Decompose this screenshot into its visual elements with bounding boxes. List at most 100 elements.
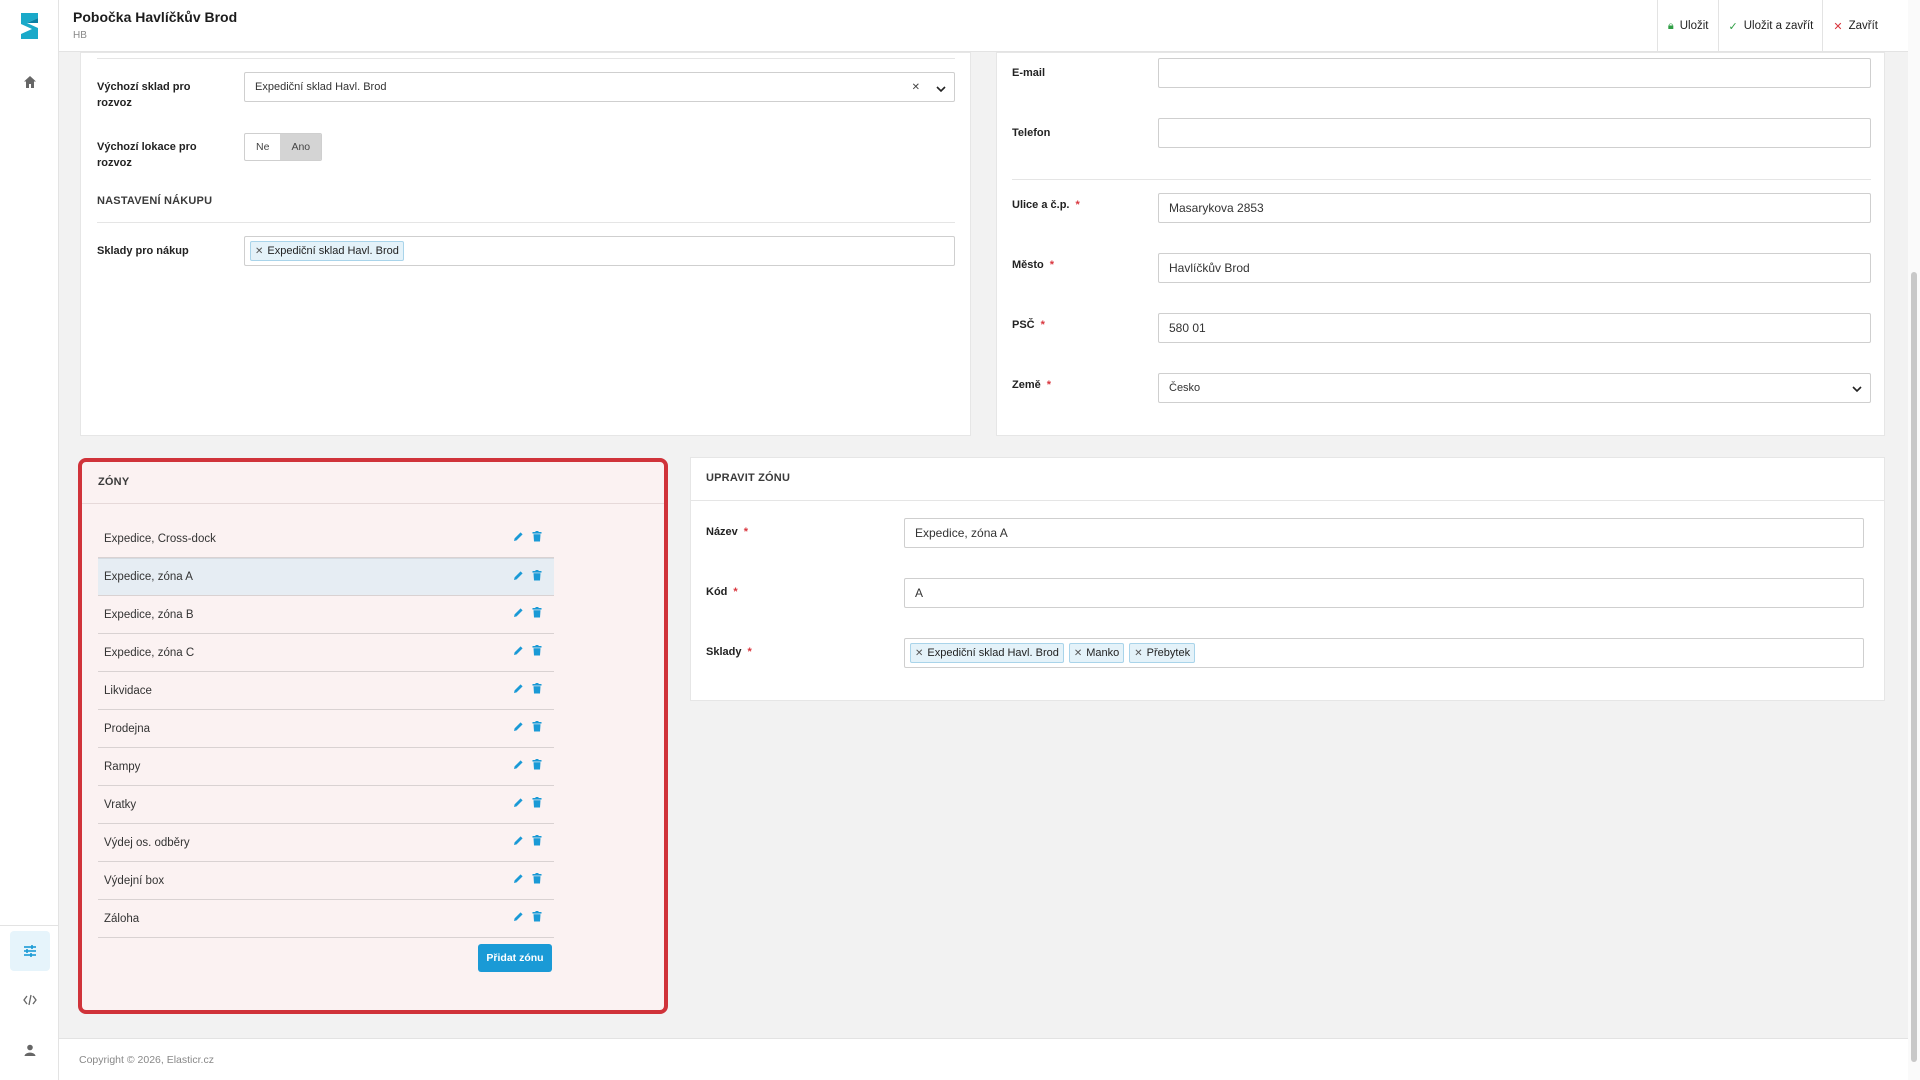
- close-button[interactable]: ✕ Zavřít: [1822, 0, 1887, 52]
- purchase-warehouses-multiselect[interactable]: ✕ Expediční sklad Havl. Brod: [244, 236, 955, 266]
- zone-row[interactable]: Prodejna: [98, 710, 554, 748]
- sliders-icon[interactable]: [10, 931, 50, 971]
- email-field[interactable]: [1158, 58, 1871, 88]
- street-field[interactable]: Masarykova 2853: [1158, 193, 1871, 223]
- chevron-down-icon[interactable]: [936, 82, 946, 96]
- clear-icon[interactable]: ✕: [912, 82, 920, 93]
- edit-icon[interactable]: [513, 607, 524, 621]
- edit-icon[interactable]: [513, 873, 524, 887]
- remove-tag-icon[interactable]: ✕: [1134, 648, 1142, 659]
- zone-code-field[interactable]: A: [904, 578, 1864, 608]
- zone-warehouses-label: Sklady *: [706, 646, 752, 658]
- zip-field[interactable]: 580 01: [1158, 313, 1871, 343]
- zone-row[interactable]: Výdej os. odběry: [98, 824, 554, 862]
- toggle-no[interactable]: Ne: [245, 134, 280, 160]
- zone-row[interactable]: Expedice, Cross-dock: [98, 520, 554, 558]
- edit-icon[interactable]: [513, 759, 524, 773]
- page-subtitle: HB: [73, 30, 87, 41]
- trash-icon[interactable]: [532, 759, 542, 773]
- trash-icon[interactable]: [532, 683, 542, 697]
- zone-name-field[interactable]: Expedice, zóna A: [904, 518, 1864, 548]
- trash-icon[interactable]: [532, 570, 542, 584]
- zone-name: Expedice, zóna A: [104, 571, 193, 583]
- zone-row[interactable]: Expedice, zóna B: [98, 596, 554, 634]
- zones-title: ZÓNY: [98, 476, 130, 488]
- trash-icon[interactable]: [532, 835, 542, 849]
- trash-icon[interactable]: [532, 721, 542, 735]
- zone-name: Rampy: [104, 760, 141, 773]
- remove-tag-icon[interactable]: ✕: [915, 648, 923, 659]
- phone-field[interactable]: [1158, 118, 1871, 148]
- edit-icon[interactable]: [513, 835, 524, 849]
- remove-tag-icon[interactable]: ✕: [255, 246, 263, 257]
- footer: Copyright © 2026, Elasticr.cz: [59, 1038, 1908, 1080]
- default-location-toggle[interactable]: Ne Ano: [244, 133, 323, 161]
- purchase-section-title: NASTAVENÍ NÁKUPU: [97, 195, 213, 207]
- trash-icon[interactable]: [532, 531, 542, 545]
- code-icon[interactable]: [10, 980, 50, 1020]
- zone-row[interactable]: Záloha: [98, 900, 554, 938]
- edit-icon[interactable]: [513, 645, 524, 659]
- edit-zone-title: UPRAVIT ZÓNU: [706, 472, 791, 484]
- city-field[interactable]: Havlíčkův Brod: [1158, 253, 1871, 283]
- zone-name-label: Název *: [706, 526, 749, 538]
- user-icon[interactable]: [10, 1030, 50, 1070]
- default-warehouse-select[interactable]: Expediční sklad Havl. Brod ✕: [244, 72, 955, 102]
- zone-row[interactable]: Expedice, zóna C: [98, 634, 554, 672]
- contact-card: E-mail Telefon Ulice a č.p. * Masarykova …: [996, 52, 1885, 436]
- add-zone-button[interactable]: Přidat zónu: [478, 944, 552, 972]
- lock-icon: 🔒︎: [1667, 19, 1674, 32]
- check-icon: ✓: [1728, 20, 1738, 33]
- zone-row[interactable]: Likvidace: [98, 672, 554, 710]
- tag: ✕ Manko: [1068, 643, 1125, 663]
- trash-icon[interactable]: [532, 911, 542, 925]
- save-and-close-button[interactable]: ✓ Uložit a zavřít: [1717, 0, 1823, 52]
- remove-tag-icon[interactable]: ✕: [1074, 648, 1082, 659]
- street-label: Ulice a č.p. *: [1012, 199, 1080, 211]
- scrollbar[interactable]: [1908, 0, 1920, 1080]
- zone-actions: [513, 721, 542, 735]
- copyright: Copyright © 2026, Elasticr.cz: [79, 1054, 214, 1066]
- zone-row[interactable]: Výdejní box: [98, 862, 554, 900]
- page-title: Pobočka Havlíčkův Brod: [73, 9, 238, 25]
- trash-icon[interactable]: [532, 797, 542, 811]
- delivery-settings-card: Výchozí sklad pro rozvoz Expediční sklad…: [80, 52, 971, 436]
- zones-list: Expedice, Cross-dock Expedice, zóna A Expe…: [98, 520, 554, 938]
- toggle-yes[interactable]: Ano: [280, 134, 322, 160]
- edit-icon[interactable]: [513, 721, 524, 735]
- zone-actions: [513, 835, 542, 849]
- zone-row[interactable]: Expedice, zóna A: [98, 558, 554, 596]
- scrollbar-thumb[interactable]: [1911, 272, 1917, 1062]
- zones-header: ZÓNY: [82, 462, 664, 504]
- zone-name: Prodejna: [104, 722, 151, 735]
- country-label: Země *: [1012, 379, 1052, 391]
- edit-icon[interactable]: [513, 683, 524, 697]
- edit-icon[interactable]: [513, 531, 524, 545]
- tag: ✕ Expediční sklad Havl. Brod: [250, 241, 404, 261]
- edit-icon[interactable]: [513, 911, 524, 925]
- header-actions: 🔒︎ Uložit ✓ Uložit a zavřít ✕ Zavřít: [1656, 0, 1887, 52]
- save-button[interactable]: 🔒︎ Uložit: [1656, 0, 1718, 52]
- trash-icon[interactable]: [532, 607, 542, 621]
- chevron-down-icon[interactable]: [1852, 384, 1862, 396]
- zone-row[interactable]: Vratky: [98, 786, 554, 824]
- edit-icon[interactable]: [513, 797, 524, 811]
- tag: ✕ Expediční sklad Havl. Brod: [910, 643, 1064, 663]
- zone-actions: [513, 759, 542, 773]
- trash-icon[interactable]: [532, 873, 542, 887]
- default-location-label: Výchozí lokace pro rozvoz: [97, 141, 197, 169]
- zone-row[interactable]: Rampy: [98, 748, 554, 786]
- zone-actions: [513, 645, 542, 659]
- zip-label: PSČ *: [1012, 319, 1045, 331]
- zone-actions: [513, 911, 542, 925]
- zone-name: Expedice, zóna B: [104, 608, 194, 621]
- zone-actions: [513, 683, 542, 697]
- country-select[interactable]: Česko: [1158, 373, 1871, 403]
- zone-name: Výdej os. odběry: [104, 836, 190, 849]
- zone-warehouses-multiselect[interactable]: ✕ Expediční sklad Havl. Brod ✕ Manko ✕ Přeb…: [904, 638, 1864, 668]
- zones-panel: ZÓNY Expedice, Cross-dock Expedice, zóna …: [78, 458, 668, 1014]
- elasticr-logo-icon[interactable]: [18, 10, 42, 42]
- trash-icon[interactable]: [532, 645, 542, 659]
- home-icon[interactable]: [10, 62, 50, 102]
- edit-icon[interactable]: [513, 570, 524, 584]
